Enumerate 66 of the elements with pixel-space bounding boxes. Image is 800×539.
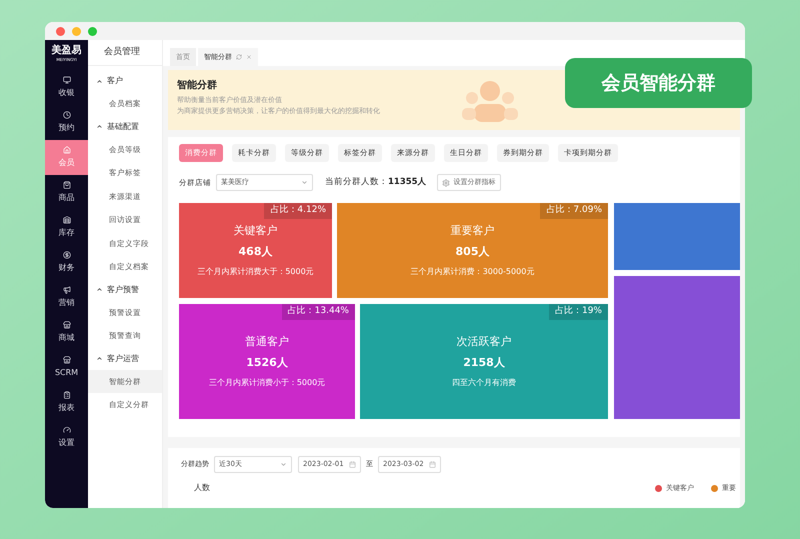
chevron-icon [301, 179, 308, 186]
segment-block[interactable] [614, 203, 740, 270]
coin-icon [62, 251, 70, 259]
refresh-icon[interactable] [236, 54, 242, 60]
gauge-icon [62, 426, 70, 434]
settings-icon [442, 178, 450, 186]
count-label: 当前分群人数： [325, 176, 388, 189]
ratio-label: 占比：7.09% [540, 203, 608, 218]
segment-block[interactable]: 占比：19% 次活跃客户 2158人 四至六个月有消费 [360, 304, 608, 419]
segment-description: 三个月内累计消费大于：5000元 [197, 266, 314, 278]
segment-count: 1526人 [246, 354, 288, 370]
segment-name: 普通客户 [245, 334, 289, 350]
submenu-group[interactable]: 客户运营 [88, 348, 162, 370]
segment-block[interactable] [614, 276, 740, 419]
warehouse-icon [62, 216, 70, 224]
submenu-group[interactable]: 客户 [88, 70, 162, 92]
segment-name: 重要客户 [450, 223, 494, 239]
chevron-up-icon [96, 123, 103, 130]
count-value: 11355人 [388, 176, 427, 189]
store-icon [62, 356, 70, 364]
segment-count: 2158人 [463, 354, 505, 370]
segment-block[interactable]: 占比：4.12% 关键客户 468人 三个月内累计消费大于：5000元 [179, 203, 332, 298]
ratio-label: 占比：13.44% [282, 304, 355, 320]
nav-item[interactable]: 收银 [45, 70, 88, 105]
segment-block[interactable]: 占比：13.44% 普通客户 1526人 三个月内累计消费小于：5000元 [179, 304, 355, 419]
submenu-title: 会员管理 [88, 40, 162, 66]
nav-item[interactable]: 商品 [45, 175, 88, 210]
store-icon [62, 321, 70, 329]
chevron-up-icon [96, 355, 103, 362]
ratio-label: 占比：4.12% [264, 203, 332, 218]
chevron-up-icon [96, 286, 103, 293]
clipboard-icon [62, 391, 70, 399]
people-icon [460, 80, 520, 124]
segment-description: 三个月内累计消费小于：5000元 [208, 377, 326, 389]
segment-name: 关键客户 [234, 223, 278, 239]
close-icon[interactable] [246, 54, 252, 60]
nav-item[interactable]: SCRM [45, 350, 88, 385]
nav-item[interactable]: 报表 [45, 385, 88, 420]
clock-icon [62, 111, 70, 119]
nav-item[interactable]: 营销 [45, 280, 88, 315]
submenu-group[interactable]: 客户预警 [88, 278, 162, 300]
logo-text: 美盈易 [52, 46, 82, 56]
nav-item[interactable]: 商城 [45, 315, 88, 350]
calendar-icon [429, 461, 436, 468]
calendar-icon [349, 461, 356, 468]
nav-item[interactable]: 财务 [45, 245, 88, 280]
nav-item[interactable]: 库存 [45, 210, 88, 245]
nav-item[interactable]: 预约 [45, 105, 88, 140]
megaphone-icon [62, 286, 70, 294]
chevron-up-icon [96, 78, 103, 84]
house-icon [62, 146, 70, 154]
segment-name: 次活跃客户 [456, 334, 512, 350]
ratio-label: 占比：19% [548, 304, 608, 320]
monitor-icon [62, 76, 70, 84]
submenu-group[interactable]: 基础配置 [88, 116, 162, 138]
feature-badge: 会员智能分群 [565, 58, 752, 108]
segment-count: 805人 [456, 244, 490, 260]
banner-title: 智能分群 [177, 78, 217, 93]
segment-block[interactable]: 占比：7.09% 重要客户 805人 三个月内累计消费：3000-5000元 [337, 203, 608, 298]
segment-description: 三个月内累计消费：3000-5000元 [410, 266, 534, 278]
segment-description: 四至六个月有消费 [452, 377, 516, 389]
y-axis-label: 人数 [194, 482, 210, 494]
chevron-icon [280, 461, 287, 468]
bag-icon [62, 181, 70, 189]
nav-item[interactable]: 设置 [45, 420, 88, 455]
segment-count: 468人 [238, 244, 272, 260]
